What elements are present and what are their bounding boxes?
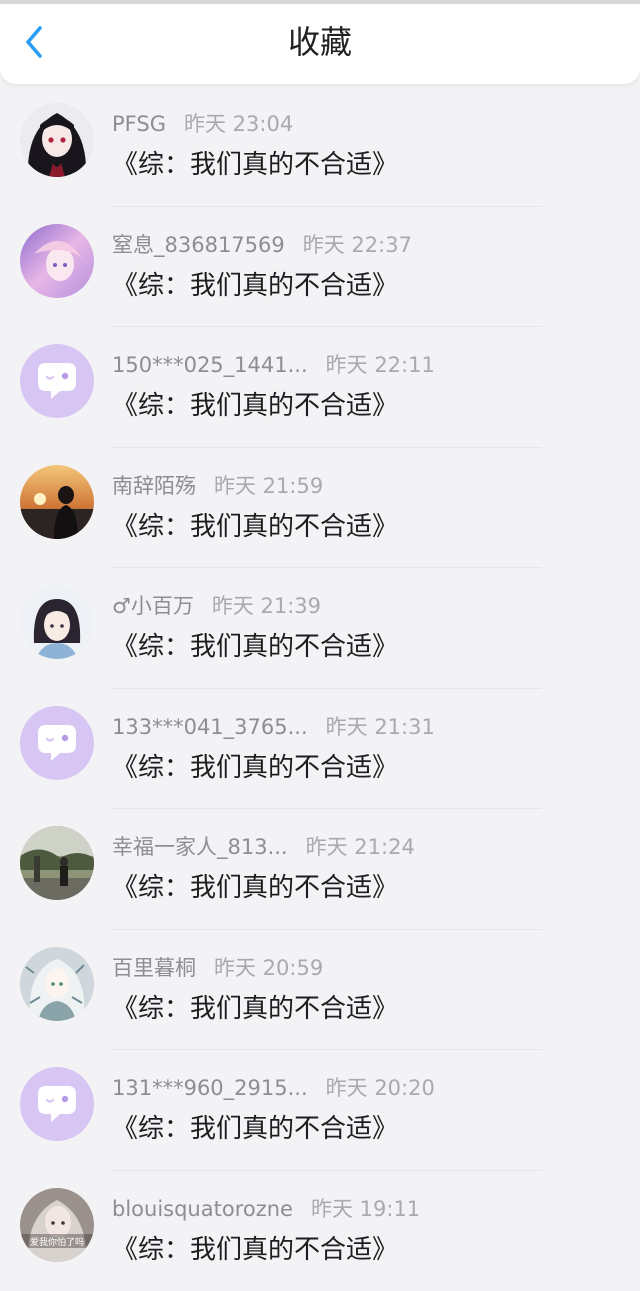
list-item[interactable]: 南辞陌殇昨天 21:59 《综：我们真的不合适》 bbox=[0, 448, 640, 569]
timestamp: 昨天 20:59 bbox=[214, 956, 323, 980]
book-title[interactable]: 《综：我们真的不合适》 bbox=[112, 144, 398, 181]
book-title[interactable]: 《综：我们真的不合适》 bbox=[112, 265, 398, 302]
user-name[interactable]: 133***041_3765... bbox=[112, 715, 308, 739]
book-title[interactable]: 《综：我们真的不合适》 bbox=[112, 747, 398, 784]
avatar[interactable] bbox=[20, 706, 94, 780]
user-name[interactable]: 南辞陌殇 bbox=[112, 474, 196, 498]
nav-bar: 收藏 bbox=[0, 4, 640, 84]
list-item[interactable]: 133***041_3765... 昨天 21:31 《综：我们真的不合适》 bbox=[0, 689, 640, 810]
avatar[interactable] bbox=[20, 344, 94, 418]
favorites-list: PFSG 昨天 23:04 《综：我们真的不合适》 窒息_836817569 昨天 2… bbox=[0, 86, 640, 1291]
avatar[interactable] bbox=[20, 585, 94, 659]
user-name[interactable]: 150***025_1441... bbox=[112, 353, 308, 377]
book-title[interactable]: 《综：我们真的不合适》 bbox=[112, 506, 398, 543]
user-name[interactable]: PFSG bbox=[112, 112, 166, 136]
list-item[interactable]: PFSG 昨天 23:04 《综：我们真的不合适》 bbox=[0, 86, 640, 207]
avatar[interactable] bbox=[20, 103, 94, 177]
user-name[interactable]: 幸福一家人_813... bbox=[112, 835, 288, 859]
timestamp: 昨天 22:37 bbox=[303, 233, 412, 257]
item-meta: 窒息_836817569 昨天 22:37 bbox=[112, 229, 412, 259]
avatar[interactable] bbox=[20, 947, 94, 1021]
list-item[interactable]: 爱我你怕了吗 blouisquatorozne 昨天 19:11 《综：我们真的不合… bbox=[0, 1171, 640, 1291]
timestamp: 昨天 21:59 bbox=[214, 474, 323, 498]
timestamp: 昨天 21:39 bbox=[212, 594, 321, 618]
list-item[interactable]: 幸福一家人_813... 昨天 21:24 《综：我们真的不合适》 bbox=[0, 809, 640, 930]
item-meta: PFSG 昨天 23:04 bbox=[112, 108, 293, 138]
timestamp: 昨天 20:20 bbox=[326, 1076, 435, 1100]
timestamp: 昨天 21:24 bbox=[306, 835, 415, 859]
avatar[interactable] bbox=[20, 224, 94, 298]
item-meta: 150***025_1441... 昨天 22:11 bbox=[112, 349, 435, 379]
list-item[interactable]: 窒息_836817569 昨天 22:37 《综：我们真的不合适》 bbox=[0, 207, 640, 328]
book-title[interactable]: 《综：我们真的不合适》 bbox=[112, 988, 398, 1025]
item-meta: ♂小百万昨天 21:39 bbox=[112, 590, 321, 620]
user-name[interactable]: 窒息_836817569 bbox=[112, 233, 285, 257]
timestamp: 昨天 22:11 bbox=[326, 353, 435, 377]
list-item[interactable]: 131***960_2915... 昨天 20:20 《综：我们真的不合适》 bbox=[0, 1050, 640, 1171]
user-name[interactable]: blouisquatorozne bbox=[112, 1197, 293, 1221]
list-item[interactable]: ♂小百万昨天 21:39 《综：我们真的不合适》 bbox=[0, 568, 640, 689]
book-title[interactable]: 《综：我们真的不合适》 bbox=[112, 385, 398, 422]
user-name[interactable]: ♂小百万 bbox=[112, 594, 194, 618]
timestamp: 昨天 23:04 bbox=[184, 112, 293, 136]
item-meta: blouisquatorozne 昨天 19:11 bbox=[112, 1193, 420, 1223]
item-meta: 133***041_3765... 昨天 21:31 bbox=[112, 711, 435, 741]
user-name[interactable]: 百里暮桐 bbox=[112, 956, 196, 980]
list-item[interactable]: 150***025_1441... 昨天 22:11 《综：我们真的不合适》 bbox=[0, 327, 640, 448]
svg-text:爱我你怕了吗: 爱我你怕了吗 bbox=[30, 1236, 84, 1248]
timestamp: 昨天 19:11 bbox=[311, 1197, 420, 1221]
item-meta: 南辞陌殇昨天 21:59 bbox=[112, 470, 323, 500]
timestamp: 昨天 21:31 bbox=[326, 715, 435, 739]
book-title[interactable]: 《综：我们真的不合适》 bbox=[112, 867, 398, 904]
list-item[interactable]: 百里暮桐昨天 20:59 《综：我们真的不合适》 bbox=[0, 930, 640, 1051]
avatar[interactable]: 爱我你怕了吗 bbox=[20, 1188, 94, 1262]
book-title[interactable]: 《综：我们真的不合适》 bbox=[112, 626, 398, 663]
item-meta: 幸福一家人_813... 昨天 21:24 bbox=[112, 831, 415, 861]
user-name[interactable]: 131***960_2915... bbox=[112, 1076, 308, 1100]
avatar[interactable] bbox=[20, 1067, 94, 1141]
avatar[interactable] bbox=[20, 465, 94, 539]
avatar[interactable] bbox=[20, 826, 94, 900]
book-title[interactable]: 《综：我们真的不合适》 bbox=[112, 1108, 398, 1145]
page-title: 收藏 bbox=[0, 0, 640, 88]
item-meta: 百里暮桐昨天 20:59 bbox=[112, 952, 323, 982]
book-title[interactable]: 《综：我们真的不合适》 bbox=[112, 1229, 398, 1266]
item-meta: 131***960_2915... 昨天 20:20 bbox=[112, 1072, 435, 1102]
